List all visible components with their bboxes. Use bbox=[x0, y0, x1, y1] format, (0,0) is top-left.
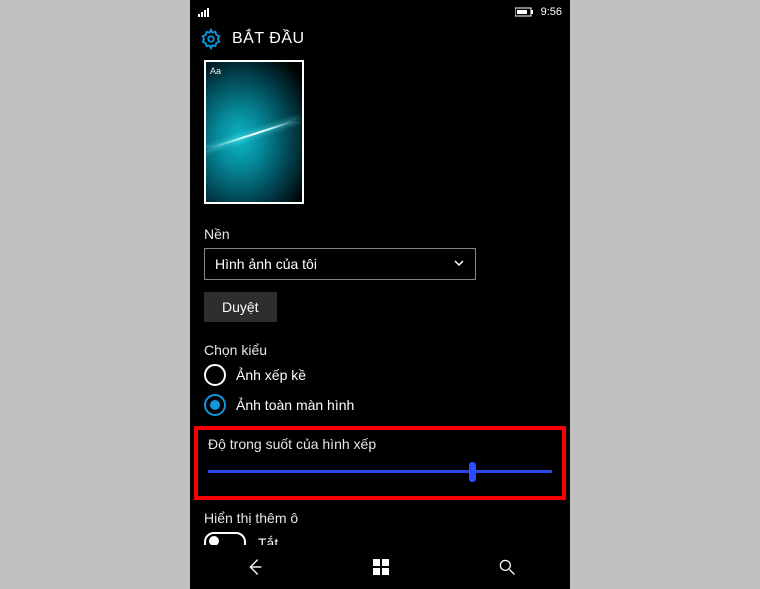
background-select-value: Hình ảnh của tôi bbox=[215, 256, 317, 272]
show-more-label: Hiển thị thêm ô bbox=[204, 510, 556, 526]
battery-icon bbox=[515, 7, 535, 17]
slider-thumb[interactable] bbox=[469, 462, 476, 482]
back-button[interactable] bbox=[243, 556, 265, 578]
radio-icon bbox=[204, 364, 226, 386]
navigation-bar bbox=[190, 545, 570, 589]
search-icon bbox=[497, 557, 517, 577]
radio-label: Ảnh xếp kề bbox=[236, 367, 306, 383]
background-select[interactable]: Hình ảnh của tôi bbox=[204, 248, 476, 280]
style-radio-group: Ảnh xếp kề Ảnh toàn màn hình bbox=[204, 364, 556, 416]
page-title: BẮT ĐẦU bbox=[232, 30, 305, 48]
gear-icon bbox=[200, 28, 222, 50]
radio-fullscreen-image[interactable]: Ảnh toàn màn hình bbox=[204, 394, 556, 416]
windows-icon bbox=[371, 557, 391, 577]
search-button[interactable] bbox=[497, 557, 517, 577]
transparency-label: Độ trong suốt của hình xếp bbox=[208, 436, 552, 452]
start-button[interactable] bbox=[371, 557, 391, 577]
transparency-slider[interactable] bbox=[208, 460, 552, 482]
chevron-down-icon bbox=[453, 256, 465, 272]
page-header: BẮT ĐẦU bbox=[190, 22, 570, 60]
back-arrow-icon bbox=[243, 556, 265, 578]
radio-icon bbox=[204, 394, 226, 416]
radio-label: Ảnh toàn màn hình bbox=[236, 397, 354, 413]
status-time: 9:56 bbox=[541, 6, 562, 18]
browse-button[interactable]: Duyệt bbox=[204, 292, 277, 322]
radio-tile-image[interactable]: Ảnh xếp kề bbox=[204, 364, 556, 386]
background-preview[interactable]: Aa bbox=[204, 60, 304, 204]
background-label: Nền bbox=[204, 226, 556, 242]
preview-sample-text: Aa bbox=[210, 66, 221, 76]
status-bar: 9:56 bbox=[190, 0, 570, 22]
style-label: Chọn kiểu bbox=[204, 342, 556, 358]
phone-frame: 9:56 BẮT ĐẦU Aa Nền Hình ảnh của tôi Duy… bbox=[190, 0, 570, 589]
highlighted-region: Độ trong suốt của hình xếp bbox=[194, 426, 566, 500]
signal-icon bbox=[198, 7, 212, 17]
